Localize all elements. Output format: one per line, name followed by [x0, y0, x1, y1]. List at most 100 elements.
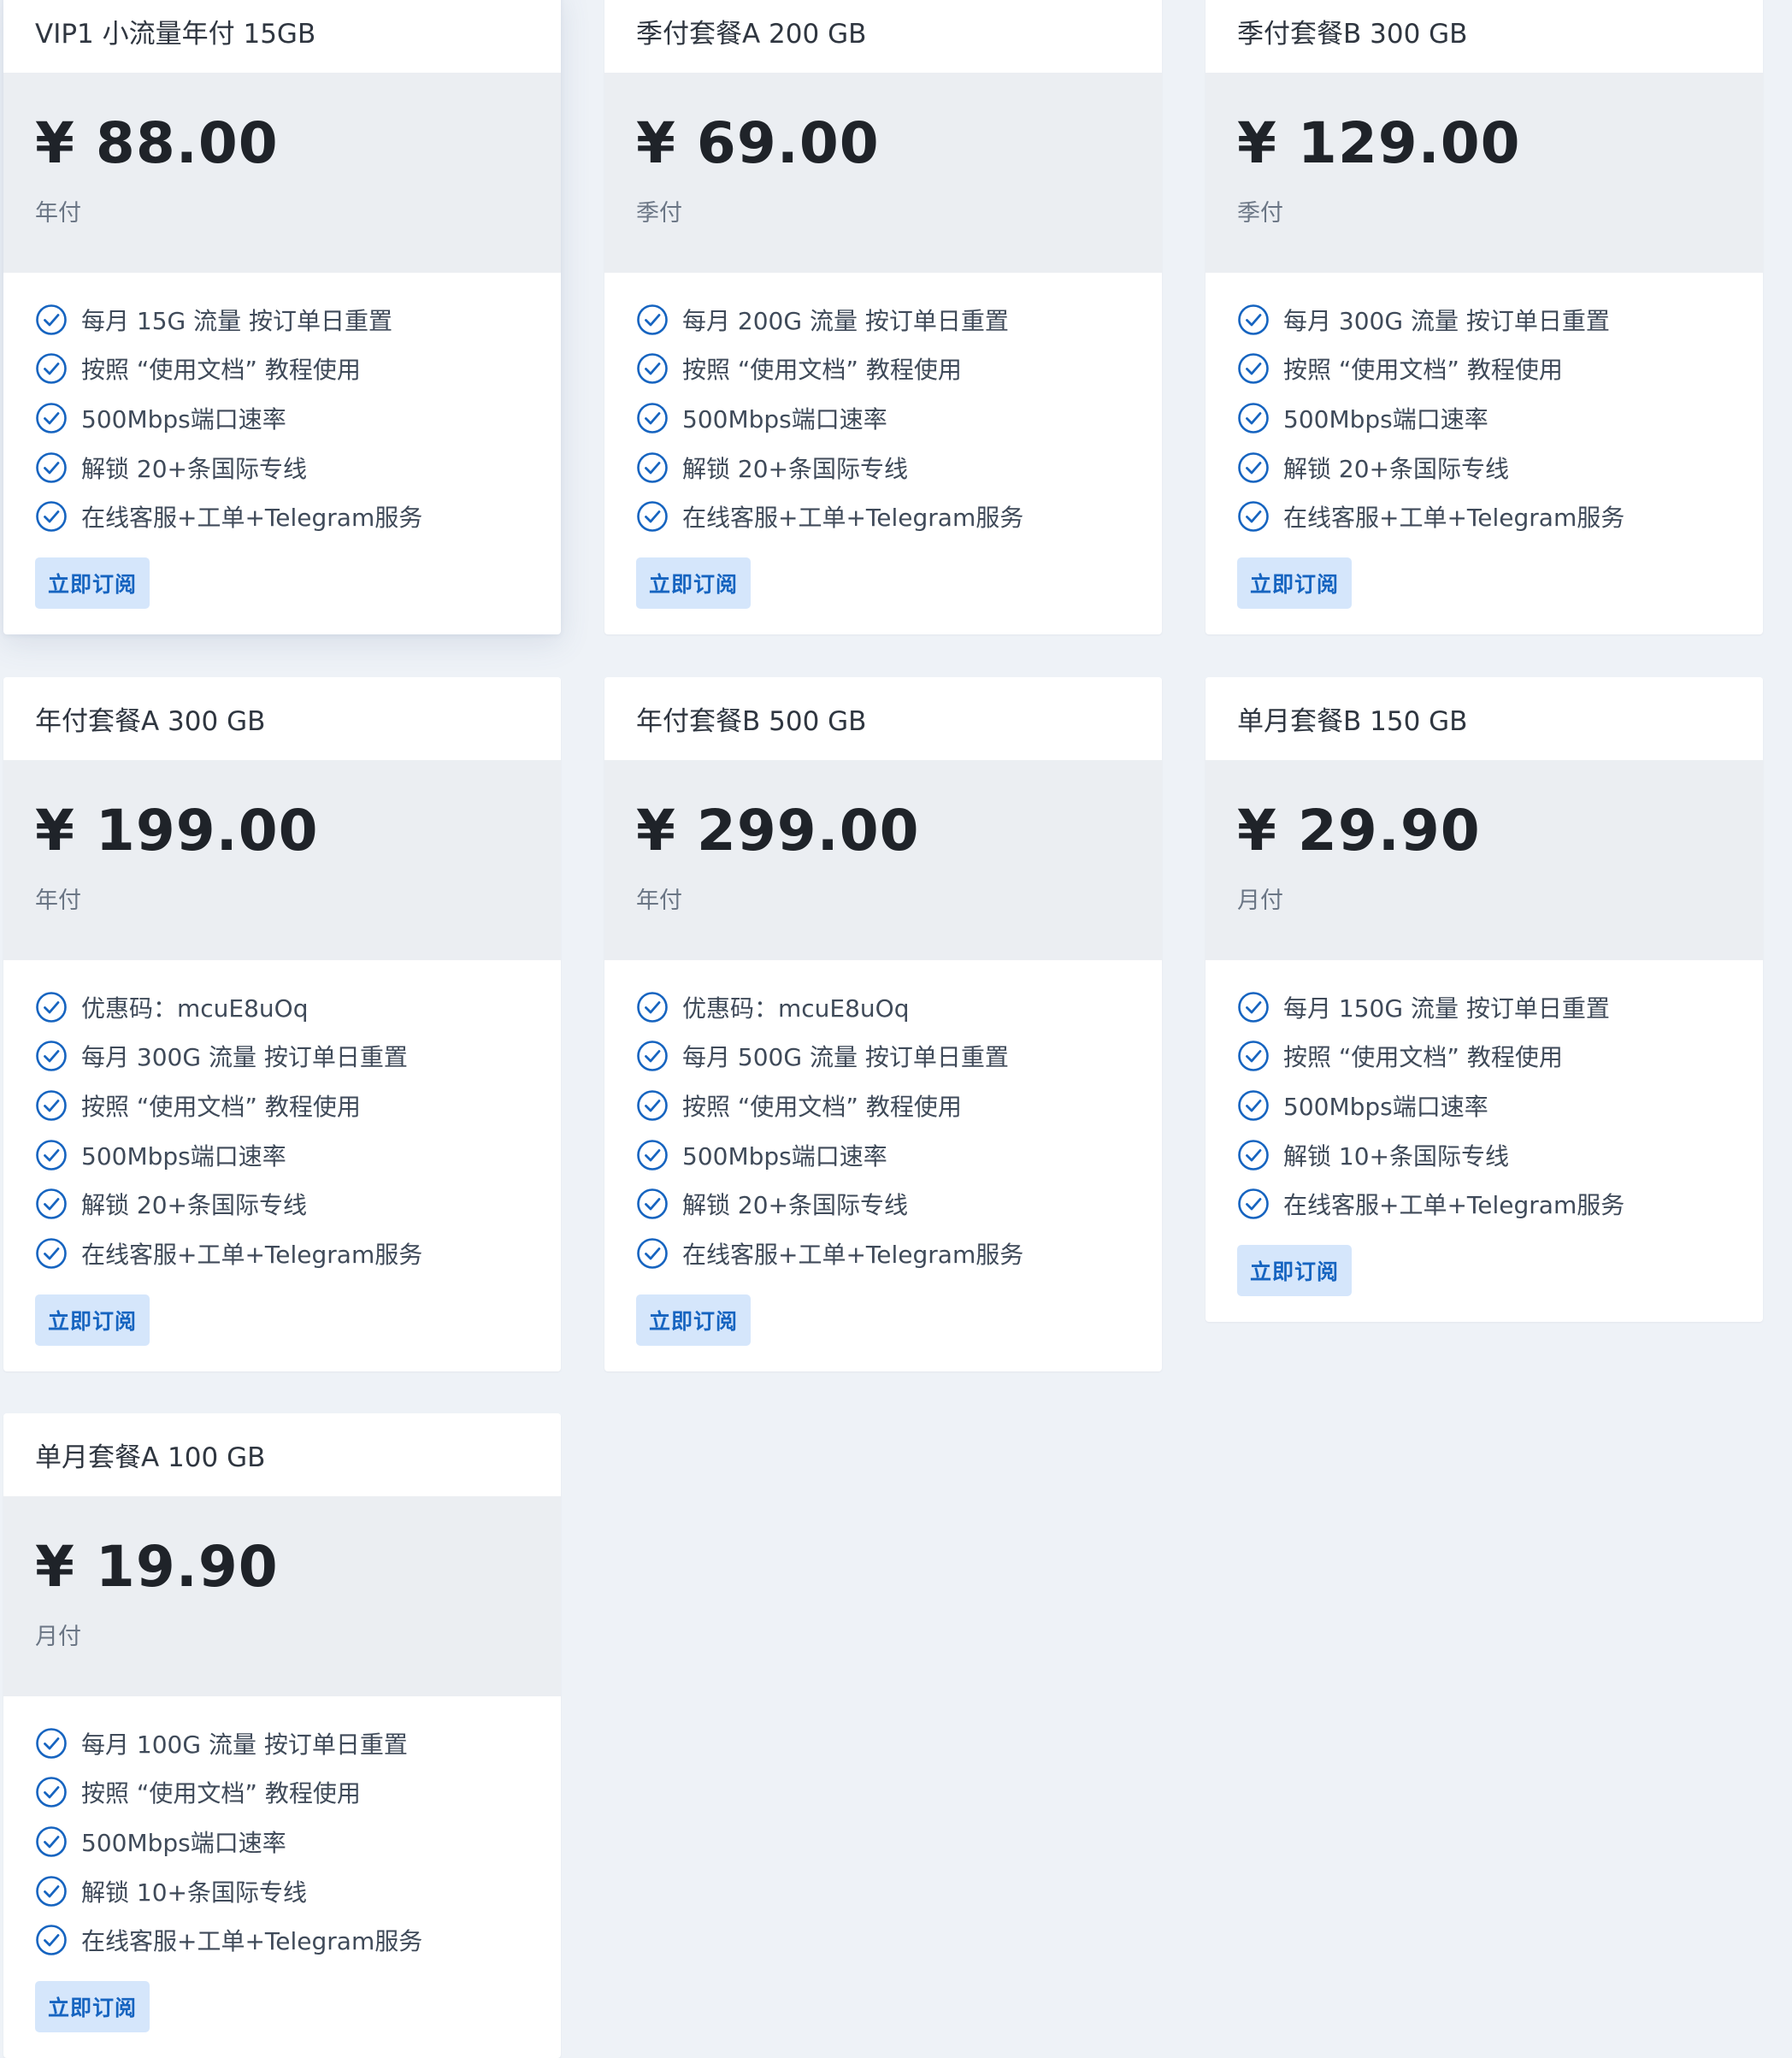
billing-period: 年付 — [35, 887, 81, 914]
feature-list: 每月 100G 流量 按订单日重置 按照 “使用文档” 教程使用 500Mbps… — [3, 1696, 561, 2058]
check-circle-icon — [35, 451, 68, 484]
feature-text: 每月 15G 流量 按订单日重置 — [81, 306, 393, 335]
plan-title: 季付套餐B 300 GB — [1205, 0, 1763, 73]
feature-item: 500Mbps端口速率 — [35, 1817, 529, 1866]
check-circle-icon — [1237, 352, 1270, 385]
feature-item: 在线客服+工单+Telegram服务 — [1237, 1179, 1731, 1229]
subscribe-button[interactable]: 立即订阅 — [1237, 557, 1353, 609]
feature-item: 按照 “使用文档” 教程使用 — [1237, 1032, 1731, 1082]
feature-text: 在线客服+工单+Telegram服务 — [682, 1240, 1024, 1269]
feature-item: 在线客服+工单+Telegram服务 — [636, 492, 1130, 541]
feature-list: 优惠码：mcuE8uOq 每月 500G 流量 按订单日重置 按照 “使用文档”… — [604, 960, 1162, 1371]
billing-period: 月付 — [1237, 887, 1283, 914]
check-circle-icon — [35, 1875, 68, 1908]
feature-item: 按照 “使用文档” 教程使用 — [35, 1081, 529, 1130]
price-block: ¥ 88.00 年付 — [3, 73, 561, 273]
feature-item: 解锁 20+条国际专线 — [1237, 443, 1731, 492]
plan-price: ¥ 88.00 — [35, 110, 279, 176]
feature-text: 解锁 20+条国际专线 — [682, 1191, 908, 1220]
feature-item: 按照 “使用文档” 教程使用 — [636, 345, 1130, 394]
feature-text: 每月 100G 流量 按订单日重置 — [81, 1730, 408, 1759]
billing-period: 月付 — [35, 1624, 81, 1650]
check-circle-icon — [636, 352, 669, 385]
feature-list: 每月 300G 流量 按订单日重置 按照 “使用文档” 教程使用 500Mbps… — [1205, 273, 1763, 634]
feature-text: 每月 300G 流量 按订单日重置 — [81, 1043, 408, 1072]
check-circle-icon — [636, 1237, 669, 1270]
feature-text: 解锁 10+条国际专线 — [1283, 1141, 1509, 1171]
plan-card: 年付套餐B 500 GB ¥ 299.00 年付 优惠码：mcuE8uOq 每月… — [604, 677, 1162, 1371]
feature-item: 解锁 20+条国际专线 — [636, 1179, 1130, 1229]
feature-text: 每月 200G 流量 按订单日重置 — [682, 306, 1009, 335]
feature-item: 每月 150G 流量 按订单日重置 — [1237, 982, 1731, 1032]
check-circle-icon — [1237, 1089, 1270, 1122]
plan-title: 年付套餐A 300 GB — [3, 677, 561, 760]
plan-title: 单月套餐A 100 GB — [3, 1413, 561, 1496]
feature-text: 解锁 20+条国际专线 — [682, 454, 908, 483]
feature-item: 解锁 10+条国际专线 — [1237, 1130, 1731, 1180]
feature-list: 每月 150G 流量 按订单日重置 按照 “使用文档” 教程使用 500Mbps… — [1205, 960, 1763, 1322]
feature-item: 解锁 20+条国际专线 — [35, 1179, 529, 1229]
subscribe-button[interactable]: 立即订阅 — [1237, 1244, 1353, 1296]
feature-item: 在线客服+工单+Telegram服务 — [1237, 492, 1731, 541]
feature-item: 每月 15G 流量 按订单日重置 — [35, 295, 529, 345]
plan-grid: VIP1 小流量年付 15GB ¥ 88.00 年付 每月 15G 流量 按订单… — [0, 0, 1792, 2058]
feature-text: 500Mbps端口速率 — [1283, 404, 1488, 433]
check-circle-icon — [1237, 1040, 1270, 1072]
feature-text: 500Mbps端口速率 — [1283, 1092, 1488, 1121]
feature-item: 500Mbps端口速率 — [636, 1130, 1130, 1180]
subscribe-button[interactable]: 立即订阅 — [636, 557, 752, 609]
plan-price: ¥ 199.00 — [35, 798, 319, 864]
check-circle-icon — [1237, 1139, 1270, 1171]
feature-item: 在线客服+工单+Telegram服务 — [35, 492, 529, 541]
billing-period: 年付 — [636, 887, 682, 914]
check-circle-icon — [636, 1040, 669, 1072]
plan-price: ¥ 29.90 — [1237, 798, 1481, 864]
feature-text: 解锁 20+条国际专线 — [1283, 454, 1509, 483]
feature-text: 在线客服+工单+Telegram服务 — [81, 504, 423, 533]
feature-item: 500Mbps端口速率 — [35, 393, 529, 443]
check-circle-icon — [35, 1776, 68, 1808]
feature-list: 优惠码：mcuE8uOq 每月 300G 流量 按订单日重置 按照 “使用文档”… — [3, 960, 561, 1371]
feature-text: 解锁 20+条国际专线 — [81, 1191, 307, 1220]
check-circle-icon — [35, 1237, 68, 1270]
price-block: ¥ 199.00 年付 — [3, 760, 561, 960]
price-block: ¥ 19.90 月付 — [3, 1496, 561, 1696]
check-circle-icon — [35, 991, 68, 1023]
price-block: ¥ 29.90 月付 — [1205, 760, 1763, 960]
subscribe-button[interactable]: 立即订阅 — [35, 557, 150, 609]
feature-item: 优惠码：mcuE8uOq — [35, 982, 529, 1032]
feature-item: 每月 500G 流量 按订单日重置 — [636, 1032, 1130, 1082]
feature-text: 500Mbps端口速率 — [682, 404, 887, 433]
feature-text: 在线客服+工单+Telegram服务 — [1283, 504, 1625, 533]
check-circle-icon — [1237, 402, 1270, 434]
feature-item: 500Mbps端口速率 — [35, 1130, 529, 1180]
check-circle-icon — [636, 500, 669, 533]
feature-item: 每月 100G 流量 按订单日重置 — [35, 1719, 529, 1768]
check-circle-icon — [35, 402, 68, 434]
subscribe-button[interactable]: 立即订阅 — [35, 1294, 150, 1346]
feature-text: 在线客服+工单+Telegram服务 — [81, 1240, 423, 1269]
feature-item: 按照 “使用文档” 教程使用 — [1237, 345, 1731, 394]
feature-item: 500Mbps端口速率 — [1237, 393, 1731, 443]
check-circle-icon — [35, 1727, 68, 1760]
feature-text: 每月 500G 流量 按订单日重置 — [682, 1043, 1009, 1072]
feature-item: 按照 “使用文档” 教程使用 — [636, 1081, 1130, 1130]
check-circle-icon — [35, 1089, 68, 1122]
plan-card: VIP1 小流量年付 15GB ¥ 88.00 年付 每月 15G 流量 按订单… — [3, 0, 561, 634]
subscribe-button[interactable]: 立即订阅 — [636, 1294, 752, 1346]
check-circle-icon — [35, 304, 68, 336]
check-circle-icon — [35, 1924, 68, 1956]
feature-text: 500Mbps端口速率 — [81, 404, 286, 433]
check-circle-icon — [1237, 991, 1270, 1023]
feature-list: 每月 15G 流量 按订单日重置 按照 “使用文档” 教程使用 500Mbps端… — [3, 273, 561, 634]
check-circle-icon — [636, 1188, 669, 1220]
feature-item: 500Mbps端口速率 — [636, 393, 1130, 443]
feature-item: 每月 200G 流量 按订单日重置 — [636, 295, 1130, 345]
feature-item: 按照 “使用文档” 教程使用 — [35, 345, 529, 394]
feature-item: 解锁 20+条国际专线 — [35, 443, 529, 492]
feature-item: 在线客服+工单+Telegram服务 — [35, 1229, 529, 1278]
plan-title: 年付套餐B 500 GB — [604, 677, 1162, 760]
subscribe-button[interactable]: 立即订阅 — [35, 1980, 150, 2032]
feature-text: 在线客服+工单+Telegram服务 — [81, 1927, 423, 1956]
feature-item: 每月 300G 流量 按订单日重置 — [1237, 295, 1731, 345]
